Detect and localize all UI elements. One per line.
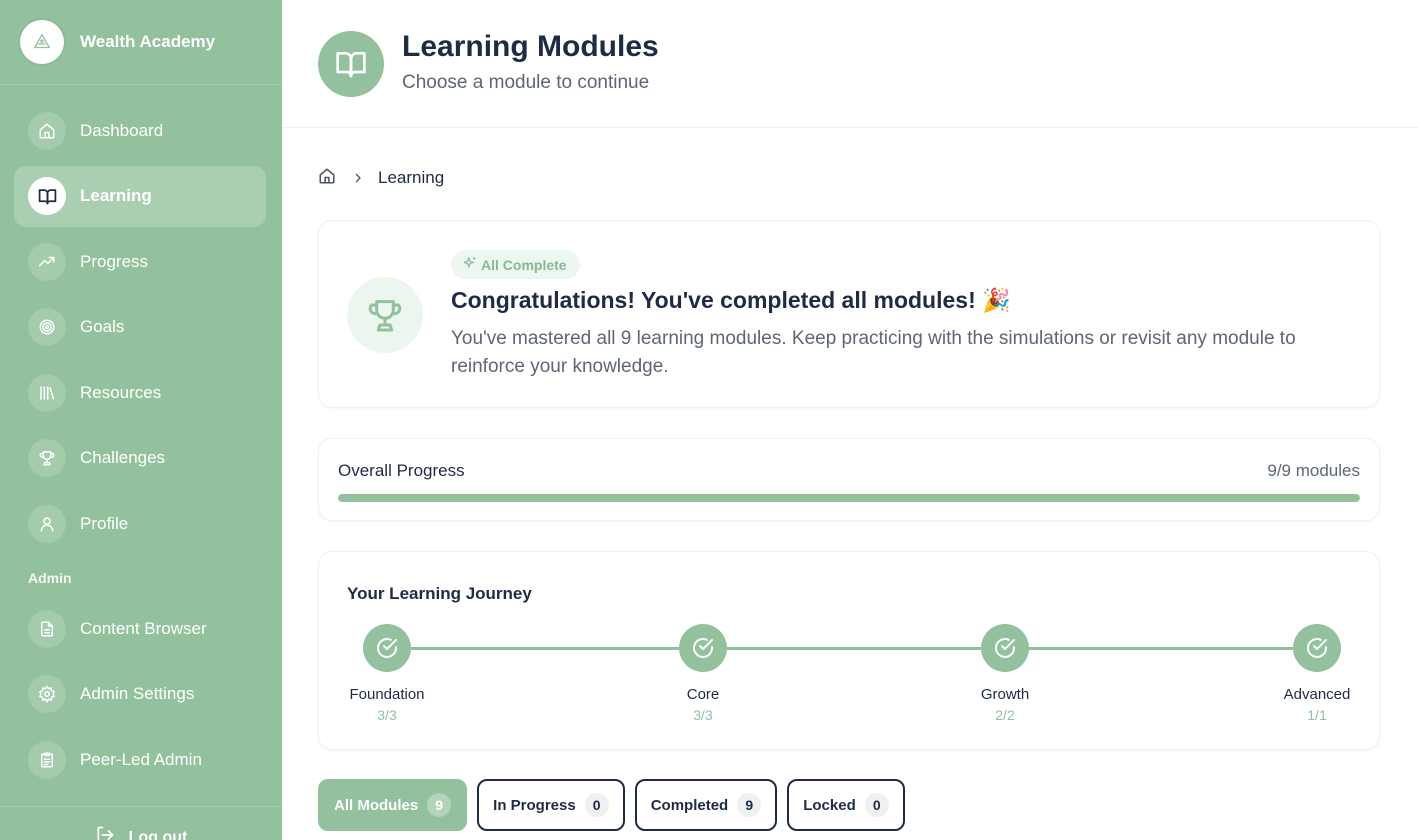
progress-bar-fill <box>338 494 1360 502</box>
progress-value: 9/9 modules <box>1267 461 1360 480</box>
admin-section-label: Admin <box>28 570 72 586</box>
sidebar-item-label: Admin Settings <box>80 684 195 704</box>
congrats-title: Congratulations! You've completed all mo… <box>451 287 1011 313</box>
admin-nav: Content Browser Admin Settings Peer-Led … <box>14 598 266 795</box>
sparkles-icon <box>463 256 477 273</box>
filter-label: In Progress <box>493 796 576 814</box>
journey-step-name: Core <box>686 686 720 703</box>
progress-label: Overall Progress <box>338 461 465 480</box>
filter-label: Completed <box>650 796 729 814</box>
sidebar-item-admin-settings[interactable]: Admin Settings <box>14 664 266 725</box>
check-circle-icon <box>1293 624 1341 672</box>
journey-step-name: Foundation <box>349 686 425 703</box>
brand[interactable]: Wealth Academy <box>0 0 282 85</box>
logout-button[interactable]: Log out <box>0 806 282 840</box>
sidebar-item-progress[interactable]: Progress <box>14 231 266 292</box>
status-badge-label: All Complete <box>481 256 567 273</box>
page-header: Learning Modules Choose a module to cont… <box>282 0 1418 128</box>
book-icon <box>28 177 66 216</box>
sidebar-item-label: Content Browser <box>80 618 207 638</box>
sidebar-item-dashboard[interactable]: Dashboard <box>14 100 266 161</box>
sidebar-item-goals[interactable]: Goals <box>14 297 266 358</box>
filter-count: 9 <box>427 793 452 817</box>
progress-bar <box>338 494 1360 502</box>
sidebar-item-profile[interactable]: Profile <box>14 494 266 555</box>
sidebar-item-peer-led-admin[interactable]: Peer-Led Admin <box>14 729 266 790</box>
journey-step-count: 1/1 <box>1307 707 1327 723</box>
sidebar-item-label: Challenges <box>80 448 166 468</box>
sidebar-item-content-browser[interactable]: Content Browser <box>14 598 266 659</box>
learning-journey-card: Your Learning Journey Foundation 3/3 Cor… <box>318 551 1380 750</box>
status-badge: All Complete <box>451 250 580 279</box>
breadcrumb-current: Learning <box>378 168 445 187</box>
brand-name: Wealth Academy <box>80 32 216 51</box>
filter-count: 0 <box>584 793 609 817</box>
sidebar-item-label: Resources <box>80 382 162 402</box>
congrats-card: All Complete Congratulations! You've com… <box>318 220 1380 408</box>
overall-progress-card: Overall Progress 9/9 modules <box>318 438 1380 521</box>
sidebar-item-label: Learning <box>80 186 152 206</box>
home-icon <box>28 111 66 150</box>
chevron-right-icon <box>352 172 364 184</box>
sidebar-item-label: Peer-Led Admin <box>80 749 202 769</box>
gear-icon <box>28 675 66 714</box>
module-filters: All Modules 9 In Progress 0 Completed 9 … <box>318 779 905 831</box>
sidebar-item-challenges[interactable]: Challenges <box>14 428 266 489</box>
filter-count: 9 <box>737 793 762 817</box>
target-icon <box>28 308 66 347</box>
sidebar: Wealth Academy Dashboard Learning Progre… <box>0 0 282 840</box>
journey-step-count: 2/2 <box>995 707 1015 723</box>
journey-step-foundation[interactable]: Foundation 3/3 <box>337 624 437 723</box>
user-icon <box>28 505 66 544</box>
page-title: Learning Modules <box>402 30 659 63</box>
page-subtitle: Choose a module to continue <box>402 72 650 93</box>
journey-step-count: 3/3 <box>377 707 397 723</box>
journey-step-core[interactable]: Core 3/3 <box>653 624 753 723</box>
journey-step-name: Advanced <box>1283 686 1351 703</box>
journey-line <box>387 647 1317 650</box>
clipboard-icon <box>28 740 66 779</box>
brand-logo-icon <box>20 20 64 64</box>
journey-step-count: 3/3 <box>693 707 713 723</box>
filter-locked[interactable]: Locked 0 <box>787 779 905 831</box>
filter-completed[interactable]: Completed 9 <box>634 779 778 831</box>
sidebar-item-label: Progress <box>80 251 149 271</box>
filter-count: 0 <box>864 793 889 817</box>
filter-in-progress[interactable]: In Progress 0 <box>477 779 625 831</box>
sidebar-item-learning[interactable]: Learning <box>14 165 266 227</box>
sidebar-nav: Dashboard Learning Progress Goals Resour… <box>14 100 266 559</box>
trending-up-icon <box>28 242 66 281</box>
filter-label: All Modules <box>334 796 419 814</box>
filter-all-modules[interactable]: All Modules 9 <box>318 779 468 831</box>
sidebar-item-label: Profile <box>80 514 129 534</box>
congrats-text: You've mastered all 9 learning modules. … <box>451 328 1296 377</box>
trophy-icon <box>28 439 66 478</box>
sidebar-item-label: Dashboard <box>80 120 164 140</box>
logout-icon <box>95 825 115 840</box>
check-circle-icon <box>679 624 727 672</box>
library-icon <box>28 373 66 412</box>
check-circle-icon <box>981 624 1029 672</box>
journey-step-growth[interactable]: Growth 2/2 <box>955 624 1055 723</box>
trophy-icon <box>347 277 423 353</box>
sidebar-item-label: Goals <box>80 317 125 337</box>
sidebar-item-resources[interactable]: Resources <box>14 362 266 423</box>
book-icon <box>318 31 384 97</box>
journey-title: Your Learning Journey <box>347 584 532 603</box>
logout-label: Log out <box>128 828 188 840</box>
journey-step-name: Growth <box>980 686 1030 703</box>
filter-label: Locked <box>803 796 856 814</box>
journey-step-advanced[interactable]: Advanced 1/1 <box>1267 624 1367 723</box>
breadcrumb: Learning <box>318 166 444 190</box>
check-circle-icon <box>363 624 411 672</box>
file-text-icon <box>28 609 66 648</box>
home-icon[interactable] <box>318 167 336 190</box>
